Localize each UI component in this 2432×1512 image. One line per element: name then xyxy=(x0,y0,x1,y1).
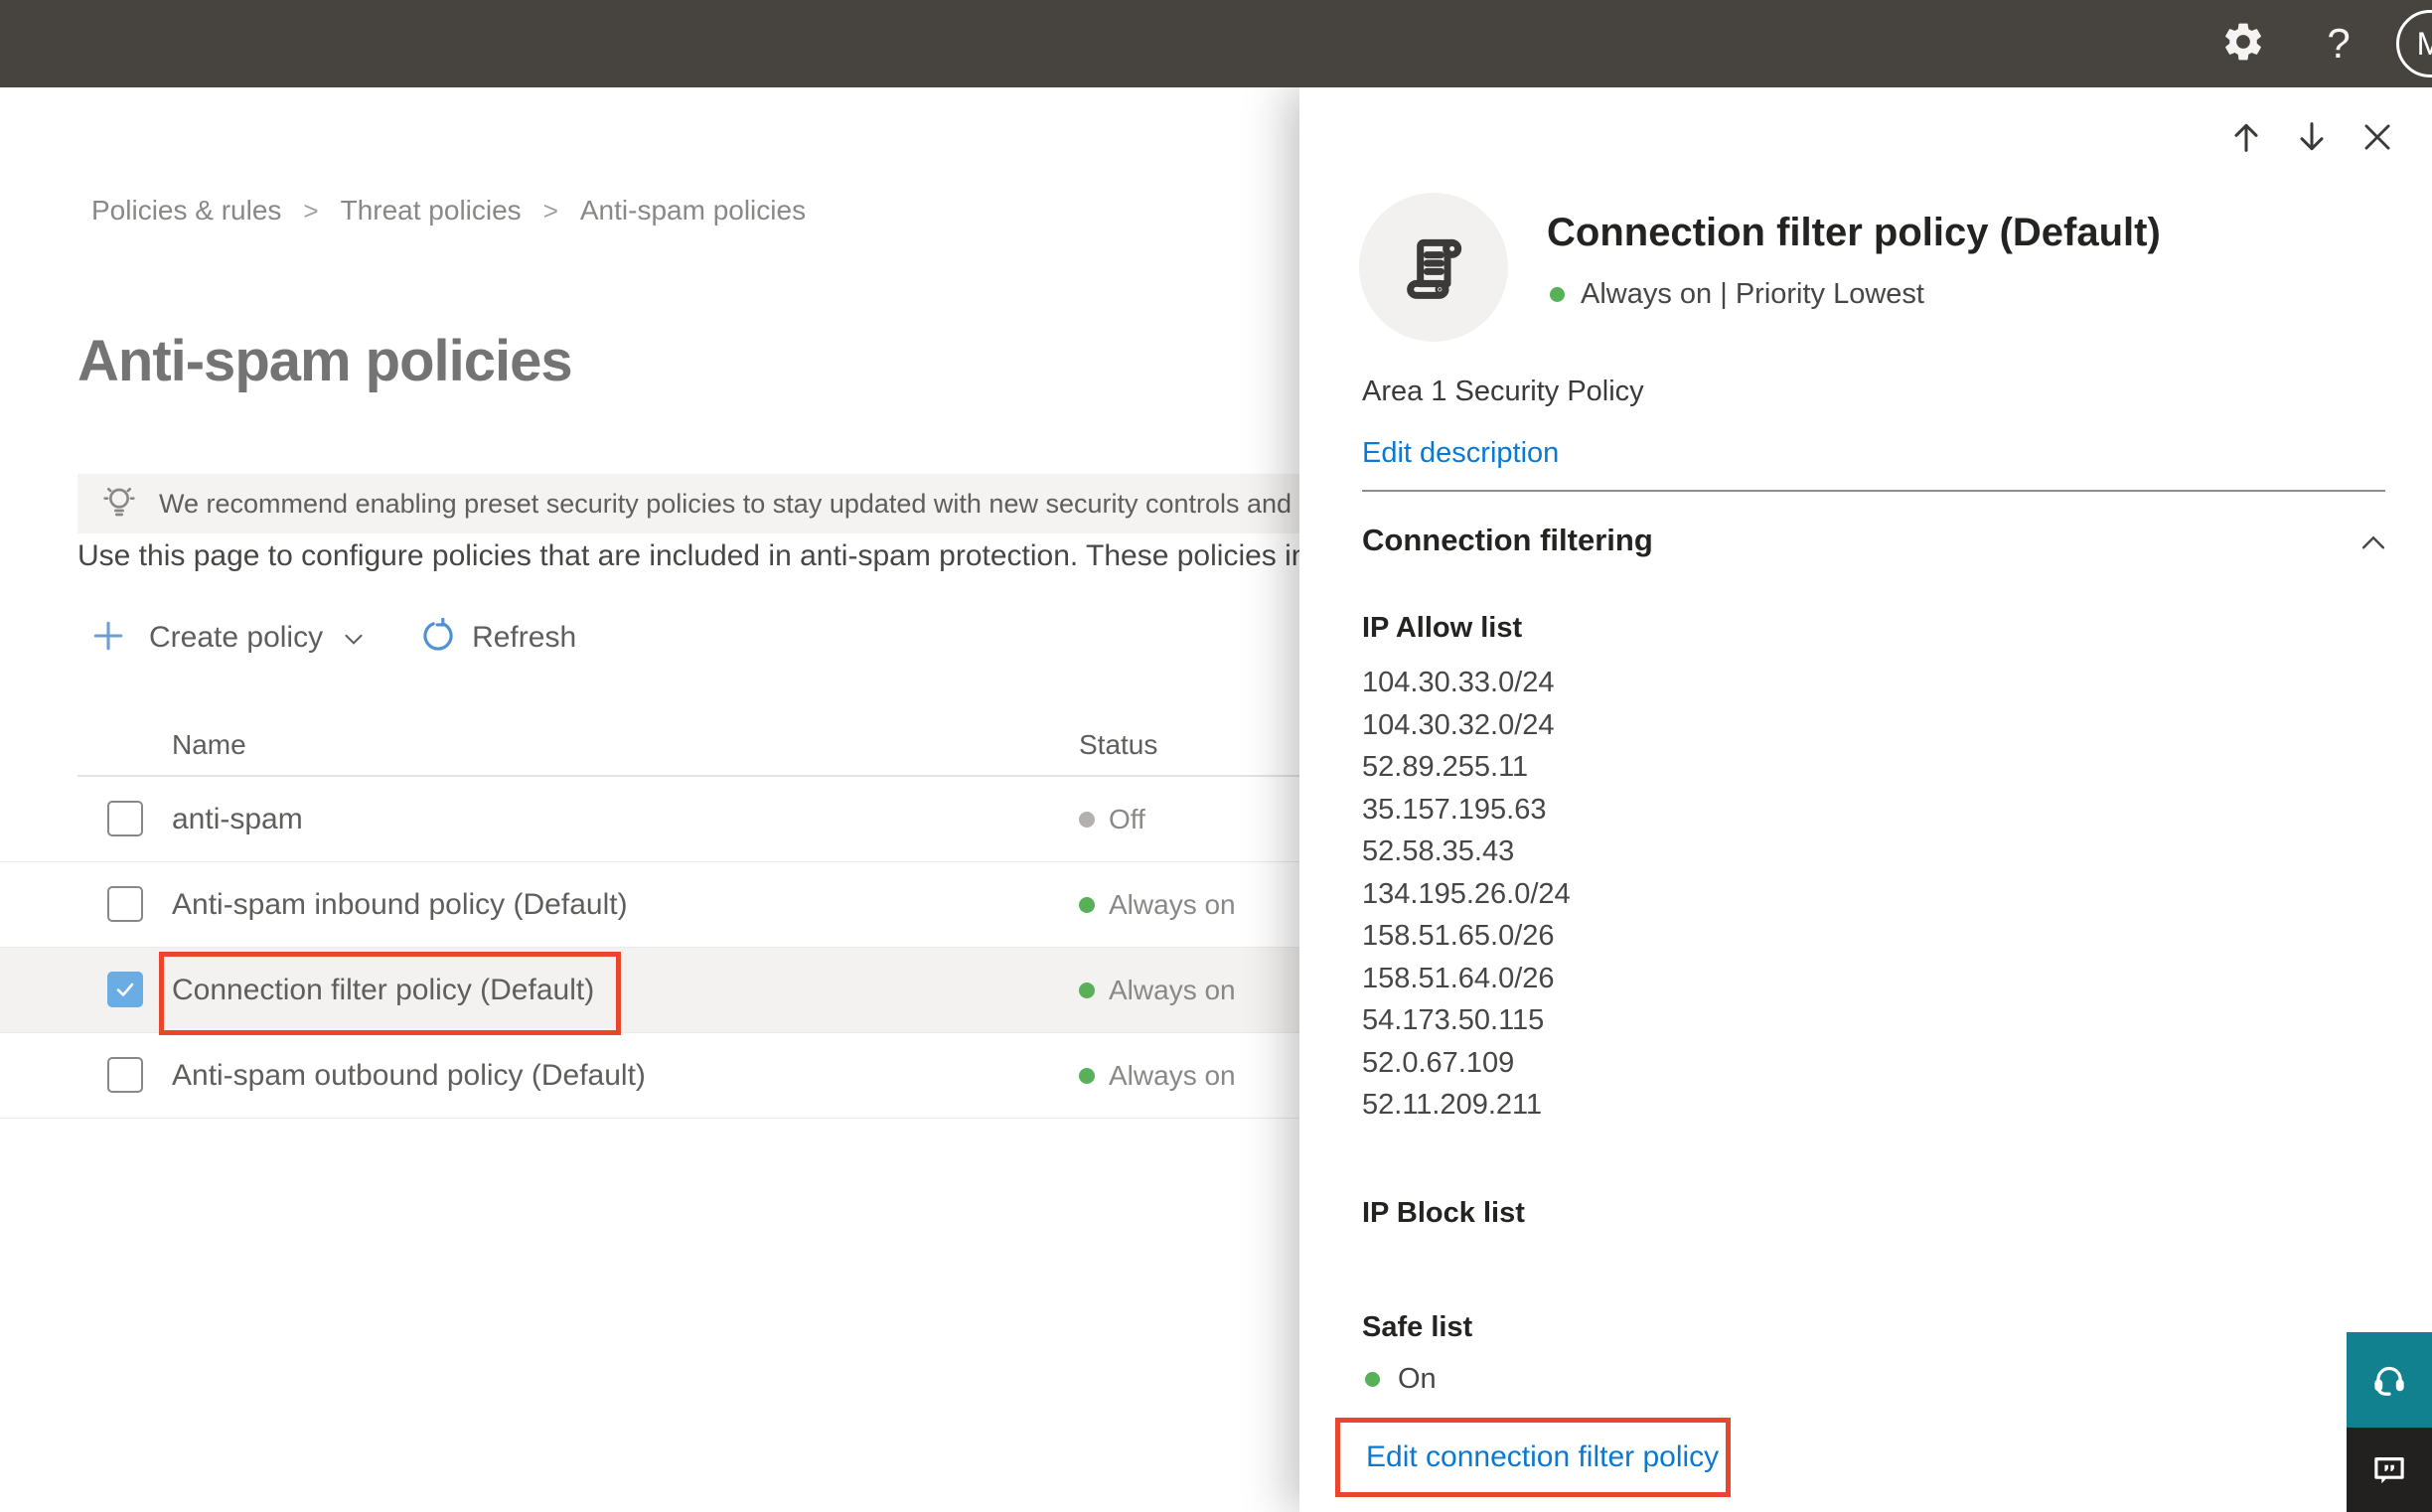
ip-entry: 104.30.33.0/24 xyxy=(1362,667,1555,698)
safe-list-status: On xyxy=(1365,1363,1437,1396)
policy-icon-circle xyxy=(1359,193,1508,342)
ip-entry: 52.11.209.211 xyxy=(1362,1089,1543,1121)
feedback-button[interactable] xyxy=(2347,1428,2432,1512)
policy-details-flyout: Connection filter policy (Default) Alway… xyxy=(1299,87,2432,1512)
row-checkbox[interactable] xyxy=(107,801,143,836)
ip-entry: 52.58.35.43 xyxy=(1362,835,1515,867)
policy-description: Area 1 Security Policy xyxy=(1362,376,1644,407)
policy-name: Connection filter policy (Default) xyxy=(172,974,595,1006)
breadcrumb-separator: > xyxy=(303,195,319,226)
ip-entry: 158.51.64.0/26 xyxy=(1362,962,1555,994)
chevron-up-icon xyxy=(2361,535,2385,549)
support-button[interactable] xyxy=(2347,1332,2432,1428)
feedback-icon xyxy=(2374,1456,2404,1483)
status-badge: Off xyxy=(1079,804,1145,835)
flyout-status: Always on | Priority Lowest xyxy=(1550,278,1924,311)
close-icon xyxy=(2364,124,2390,150)
ip-block-list-label: IP Block list xyxy=(1362,1197,1525,1229)
help-button[interactable]: ? xyxy=(2303,0,2374,87)
arrow-up-icon xyxy=(2234,123,2258,152)
policy-name: Anti-spam inbound policy (Default) xyxy=(172,888,628,921)
status-dot-green xyxy=(1079,897,1095,913)
ip-entry: 52.0.67.109 xyxy=(1362,1046,1515,1079)
flyout-title: Connection filter policy (Default) xyxy=(1547,211,2161,254)
edit-description-link[interactable]: Edit description xyxy=(1362,437,1559,470)
banner-text: We recommend enabling preset security po… xyxy=(159,488,1457,519)
refresh-icon xyxy=(420,617,456,659)
settings-button[interactable] xyxy=(2207,0,2279,87)
status-badge: Always on xyxy=(1079,1060,1236,1092)
create-policy-button[interactable]: Create policy xyxy=(91,619,367,658)
scroll-icon xyxy=(1407,238,1462,299)
status-badge: Always on xyxy=(1079,889,1236,921)
section-connection-filtering: Connection filtering xyxy=(1362,523,1653,557)
status-badge: Always on xyxy=(1079,975,1236,1006)
policy-name: anti-spam xyxy=(172,803,303,835)
collapse-section-button[interactable] xyxy=(2356,527,2390,565)
app-window: ? M Policies & rules > Threat policies >… xyxy=(0,0,2432,1512)
check-icon xyxy=(116,983,134,996)
row-checkbox[interactable] xyxy=(107,1057,143,1093)
lightbulb-icon xyxy=(99,482,139,527)
chevron-down-icon xyxy=(341,626,367,657)
breadcrumb: Policies & rules > Threat policies > Ant… xyxy=(91,195,806,227)
ip-allow-list-label: IP Allow list xyxy=(1362,612,1523,644)
refresh-button[interactable]: Refresh xyxy=(367,617,577,659)
row-checkbox[interactable] xyxy=(107,886,143,922)
column-header-name[interactable]: Name xyxy=(172,729,246,761)
breadcrumb-threat-policies[interactable]: Threat policies xyxy=(341,195,522,227)
top-bar: ? M xyxy=(0,0,2432,87)
column-header-status[interactable]: Status xyxy=(1079,729,1157,761)
safe-list-label: Safe list xyxy=(1362,1311,1473,1343)
ip-entry: 52.89.255.11 xyxy=(1362,751,1529,783)
edit-connection-filter-policy-link[interactable]: Edit connection filter policy xyxy=(1366,1440,1719,1474)
help-icon: ? xyxy=(2327,20,2351,67)
status-dot-green xyxy=(1365,1372,1380,1387)
flyout-controls xyxy=(2213,111,2410,163)
arrow-down-icon xyxy=(2300,122,2324,151)
status-dot-gray xyxy=(1079,812,1095,828)
policy-name: Anti-spam outbound policy (Default) xyxy=(172,1059,646,1092)
page-description: Use this page to configure policies that… xyxy=(77,539,1380,572)
toolbar: Create policy Refresh xyxy=(91,608,576,668)
annotation-highlight: Edit connection filter policy xyxy=(1335,1418,1731,1497)
gear-icon xyxy=(2220,19,2266,70)
plus-icon xyxy=(91,619,125,658)
status-dot-green xyxy=(1079,983,1095,998)
breadcrumb-anti-spam[interactable]: Anti-spam policies xyxy=(580,195,806,227)
ip-allow-list: 104.30.33.0/24 104.30.32.0/24 52.89.255.… xyxy=(1362,662,1571,1127)
create-policy-label: Create policy xyxy=(149,621,324,654)
refresh-label: Refresh xyxy=(472,621,577,654)
breadcrumb-separator: > xyxy=(542,195,558,226)
status-dot-green xyxy=(1550,287,1565,302)
page-title: Anti-spam policies xyxy=(77,329,573,393)
ip-entry: 104.30.32.0/24 xyxy=(1362,708,1555,741)
ip-entry: 35.157.195.63 xyxy=(1362,793,1547,826)
account-avatar[interactable]: M xyxy=(2396,10,2432,77)
ip-entry: 54.173.50.115 xyxy=(1362,1004,1545,1036)
avatar-initial: M xyxy=(2416,25,2432,62)
next-item-button[interactable] xyxy=(2279,111,2345,163)
headset-icon xyxy=(2374,1366,2404,1396)
previous-item-button[interactable] xyxy=(2213,111,2279,163)
breadcrumb-policies-rules[interactable]: Policies & rules xyxy=(91,195,281,227)
row-checkbox-checked[interactable] xyxy=(107,972,143,1007)
ip-entry: 158.51.65.0/26 xyxy=(1362,920,1555,952)
ip-entry: 134.195.26.0/24 xyxy=(1362,877,1571,910)
status-dot-green xyxy=(1079,1068,1095,1084)
close-flyout-button[interactable] xyxy=(2345,111,2410,163)
divider xyxy=(1362,490,2385,492)
